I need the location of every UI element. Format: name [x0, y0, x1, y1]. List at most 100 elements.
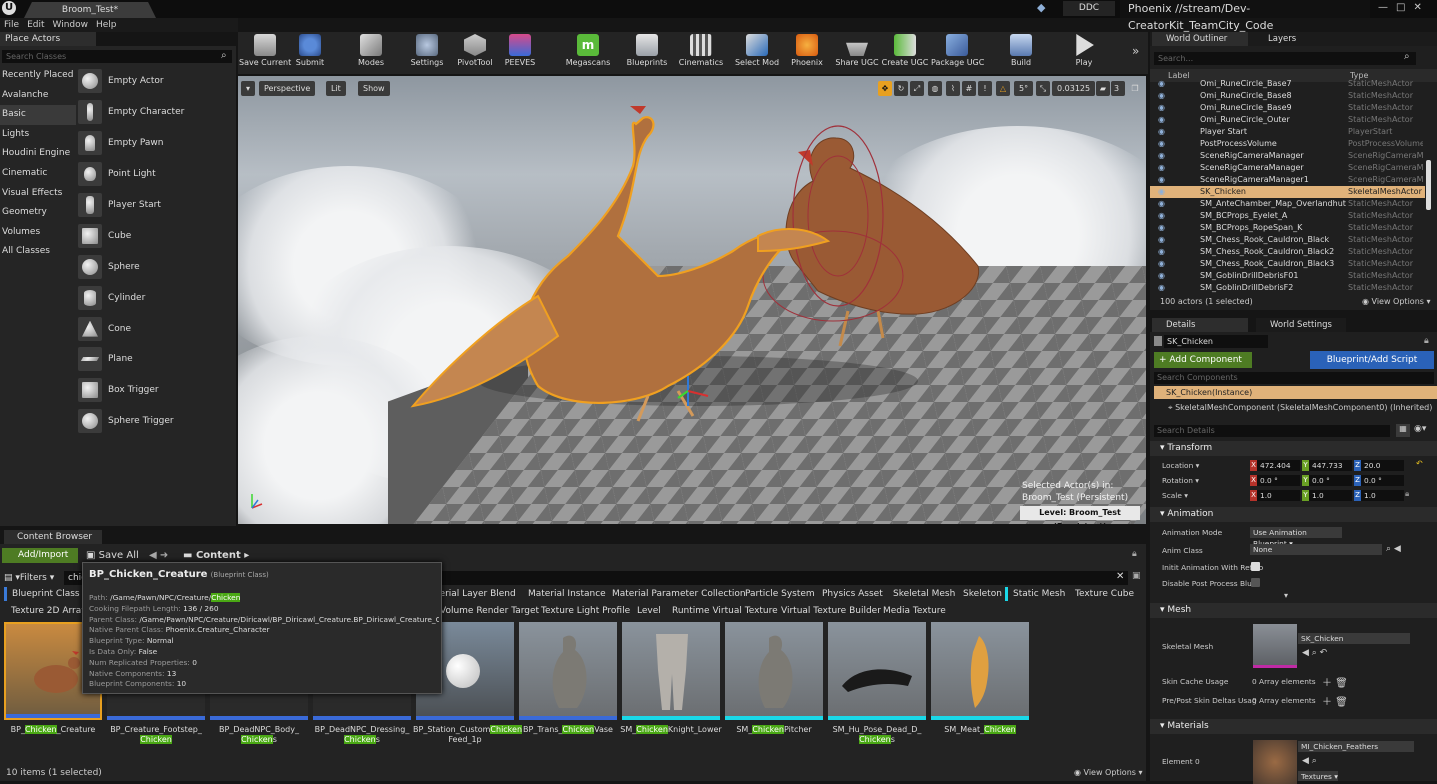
category-volumes[interactable]: Volumes: [0, 223, 76, 243]
outliner-row[interactable]: ◉ SceneRigCameraManager SceneRigCameraMana…: [1150, 162, 1425, 174]
outliner-search-input[interactable]: Search...: [1154, 52, 1416, 65]
visibility-eye-icon[interactable]: ◉: [1158, 210, 1165, 222]
visibility-eye-icon[interactable]: ◉: [1158, 114, 1165, 126]
outliner-view-options[interactable]: ◉ View Options ▾: [1362, 297, 1431, 306]
lock-icon[interactable]: 🔒︎: [1132, 549, 1137, 559]
skeletal-mesh-dropdown[interactable]: SK_Chicken: [1298, 633, 1410, 644]
category-geometry[interactable]: Geometry: [0, 203, 76, 223]
filter-chip[interactable]: Skeleton: [963, 587, 1002, 601]
filter-chip[interactable]: Skeletal Mesh: [893, 587, 955, 601]
visibility-eye-icon[interactable]: ◉: [1158, 234, 1165, 246]
category-avalanche[interactable]: Avalanche: [0, 86, 76, 106]
animation-mode-dropdown[interactable]: Use Animation Blueprint ▾: [1250, 527, 1342, 548]
minimize-icon[interactable]: —: [1378, 2, 1396, 13]
peeves-button[interactable]: PEEVES: [494, 34, 546, 67]
menu-edit[interactable]: Edit: [23, 18, 48, 32]
search-details-input[interactable]: Search Details: [1154, 425, 1390, 437]
scale-snap-icon[interactable]: ⤡: [1036, 81, 1050, 96]
outliner-row[interactable]: ◉ SceneRigCameraManager1 SceneRigCameraMan…: [1150, 174, 1425, 186]
outliner-row[interactable]: ◉ SM_GoblinDrillDebrisF01 StaticMeshActor: [1150, 270, 1425, 282]
visibility-icon[interactable]: ◉▾: [1414, 424, 1426, 434]
browse-icon[interactable]: ◀ ⌕: [1302, 756, 1317, 766]
filter-chip[interactable]: Blueprint Class: [4, 587, 80, 601]
visibility-eye-icon[interactable]: ◉: [1158, 90, 1165, 102]
location-y-field[interactable]: 447.733: [1302, 460, 1352, 471]
filter-chip[interactable]: Particle System: [745, 587, 815, 601]
source-control-icon[interactable]: ◆: [1037, 1, 1053, 15]
rotate-icon[interactable]: ↻: [894, 81, 908, 96]
outliner-row[interactable]: ◉ SM_BCProps_RopeSpan_K StaticMeshActor: [1150, 222, 1425, 234]
content-path-breadcrumb[interactable]: ▬ Content ▸: [183, 548, 249, 563]
lit-button[interactable]: Lit: [326, 81, 346, 96]
location-x-field[interactable]: 472.404: [1250, 460, 1300, 471]
actor-item[interactable]: Cube: [78, 220, 234, 251]
asset-tile[interactable]: [828, 622, 926, 720]
show-button[interactable]: Show: [358, 81, 390, 96]
submit-button[interactable]: Submit: [284, 34, 336, 67]
filter-chip[interactable]: Virtual Texture Builder: [781, 604, 881, 618]
outliner-row[interactable]: ◉ Omi_RuneCircle_Base9 StaticMeshActor: [1150, 102, 1425, 114]
search-classes-input[interactable]: Search Classes: [2, 50, 232, 63]
angle-snap-value[interactable]: 5°: [1014, 81, 1034, 96]
level-viewport[interactable]: ▾ Perspective Lit Show ✥ ↻ ⤢ ◍ ⌇ # ! △ 5…: [238, 76, 1146, 524]
lock-scale-icon[interactable]: 🔒︎: [1405, 489, 1409, 499]
expand-advanced-icon[interactable]: ▾: [1284, 591, 1288, 600]
actor-item[interactable]: Empty Actor: [78, 66, 234, 97]
blueprints-button[interactable]: Blueprints: [621, 34, 673, 67]
select-mod-button[interactable]: Select Mod: [731, 34, 783, 67]
toolbar-overflow-icon[interactable]: »: [1132, 44, 1139, 58]
material-thumbnail[interactable]: [1253, 740, 1297, 784]
outliner-row[interactable]: ◉ Omi_RuneCircle_Base7 StaticMeshActor: [1150, 78, 1425, 90]
actor-item[interactable]: Cylinder: [78, 282, 234, 313]
outliner-row[interactable]: ◉ PostProcessVolume PostProcessVolume: [1150, 138, 1425, 150]
browse-icon[interactable]: ⌕ ◀: [1386, 544, 1401, 554]
camera-speed-icon[interactable]: ▰: [1096, 81, 1110, 96]
filter-chip[interactable]: Runtime Virtual Texture: [672, 604, 778, 618]
material-dropdown[interactable]: MI_Chicken_Feathers: [1298, 741, 1414, 752]
search-icon[interactable]: ⌕: [1404, 51, 1410, 62]
category-all-classes[interactable]: All Classes: [0, 242, 76, 262]
tab-world-settings[interactable]: World Settings: [1256, 318, 1346, 332]
section-materials[interactable]: ▾ Materials: [1150, 719, 1437, 734]
unreal-logo-icon[interactable]: U: [2, 1, 16, 15]
filter-chip[interactable]: Texture Light Profile: [541, 604, 630, 618]
category-recently-placed[interactable]: Recently Placed: [0, 66, 76, 86]
grid-size-icon[interactable]: !: [978, 81, 992, 96]
blueprint-add-script-button[interactable]: Blueprint/Add Script: [1310, 351, 1434, 369]
clear-search-icon[interactable]: ✕: [1116, 571, 1124, 582]
add-element-icon[interactable]: ＋ 🗑︎: [1322, 693, 1348, 708]
location-label[interactable]: Location ▾: [1162, 461, 1199, 470]
visibility-eye-icon[interactable]: ◉: [1158, 198, 1165, 210]
actor-item[interactable]: Sphere: [78, 251, 234, 282]
category-houdini-engine[interactable]: Houdini Engine: [0, 144, 76, 164]
package-ugc-button[interactable]: Package UGC: [931, 34, 984, 67]
save-all-button[interactable]: ▣ Save All: [86, 548, 139, 563]
surface-snap-icon[interactable]: ⌇: [946, 81, 960, 96]
filter-chip[interactable]: Material Instance: [528, 587, 606, 601]
filter-chip[interactable]: Volume Render Target: [440, 604, 539, 618]
visibility-eye-icon[interactable]: ◉: [1158, 102, 1165, 114]
play-button[interactable]: Play: [1058, 34, 1110, 67]
asset-tile[interactable]: [931, 622, 1029, 720]
save-search-icon[interactable]: ▣: [1132, 571, 1141, 581]
back-arrow-icon[interactable]: ◀: [149, 550, 157, 561]
visibility-eye-icon[interactable]: ◉: [1158, 78, 1165, 90]
outliner-row[interactable]: ◉ SM_Chess_Rook_Cauldron_Black StaticMeshA…: [1150, 234, 1425, 246]
maximize-icon[interactable]: □: [1396, 2, 1413, 13]
filter-chip[interactable]: Texture 2D Array: [11, 604, 87, 618]
category-cinematic[interactable]: Cinematic: [0, 164, 76, 184]
view-options-button[interactable]: ◉ View Options ▾: [1074, 768, 1143, 777]
rotation-y-field[interactable]: 0.0 °: [1302, 475, 1352, 486]
component-instance-row[interactable]: SK_Chicken(Instance): [1154, 386, 1437, 399]
menu-file[interactable]: File: [0, 18, 23, 32]
visibility-eye-icon[interactable]: ◉: [1158, 138, 1165, 150]
settings-button[interactable]: Settings: [401, 34, 453, 67]
create-ugc-button[interactable]: Create UGC: [879, 34, 931, 67]
outliner-scrollbar[interactable]: [1426, 160, 1431, 210]
share-ugc-button[interactable]: Share UGC: [831, 34, 883, 67]
visibility-eye-icon[interactable]: ◉: [1158, 174, 1165, 186]
location-z-field[interactable]: 20.0: [1354, 460, 1404, 471]
rotation-label[interactable]: Rotation ▾: [1162, 476, 1199, 485]
reset-location-icon[interactable]: ↶: [1416, 459, 1423, 468]
add-import-button[interactable]: Add/Import: [2, 548, 78, 563]
